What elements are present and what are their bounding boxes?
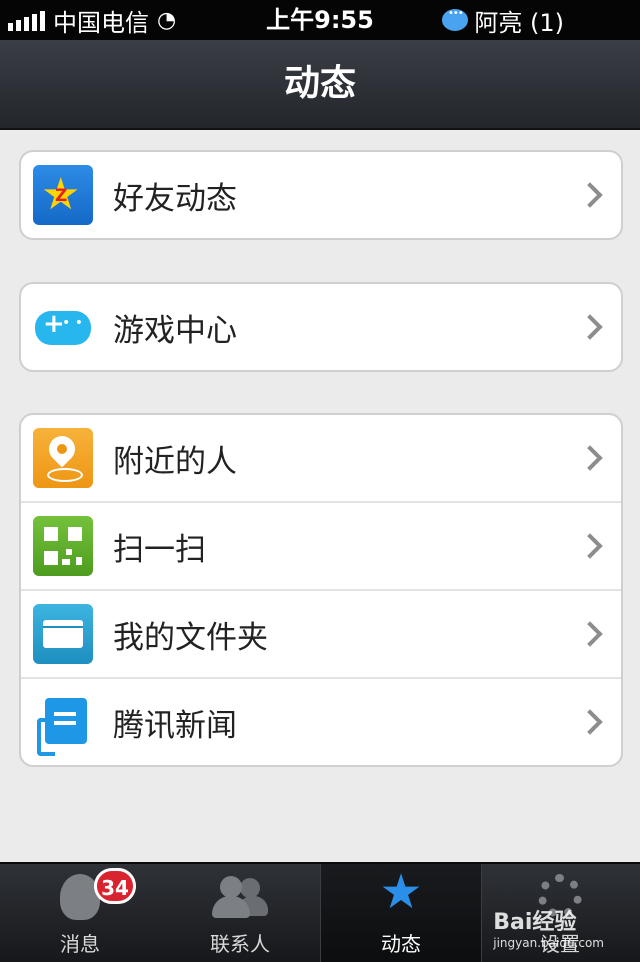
contacts-icon bbox=[212, 874, 268, 918]
chevron-right-icon bbox=[577, 621, 603, 647]
navigation-bar: 动态 bbox=[0, 40, 640, 130]
menu-item-label: 好友动态 bbox=[113, 180, 237, 217]
menu-item-nearby-people[interactable]: 附近的人 bbox=[21, 415, 621, 503]
menu-item-game-center[interactable]: 游戏中心 bbox=[21, 284, 621, 370]
status-bar: 中国电信 ◔ 上午9:55 阿亮 (1) bbox=[0, 0, 640, 40]
tab-label: 动态 bbox=[381, 932, 421, 956]
menu-item-label: 腾讯新闻 bbox=[113, 707, 237, 744]
star-icon: ★ bbox=[379, 864, 423, 920]
watermark-url: jingyan.baidu.com bbox=[493, 936, 604, 950]
menu-item-label: 游戏中心 bbox=[113, 312, 237, 349]
page-title: 动态 bbox=[283, 63, 356, 104]
location-pin-icon bbox=[33, 428, 93, 488]
chevron-right-icon bbox=[577, 182, 603, 208]
unread-badge: 34 bbox=[94, 868, 136, 904]
gamepad-icon bbox=[33, 297, 93, 357]
menu-item-friend-feed[interactable]: ★ Z 好友动态 bbox=[21, 152, 621, 238]
tab-bar: 34 消息 联系人 ★ 动态 设置 Bai经验 jingyan.baidu.co… bbox=[0, 862, 640, 962]
chevron-right-icon bbox=[577, 533, 603, 559]
chevron-right-icon bbox=[577, 314, 603, 340]
watermark-brand: Bai经验 bbox=[493, 910, 577, 935]
chevron-right-icon bbox=[577, 709, 603, 735]
tab-contacts[interactable]: 联系人 bbox=[160, 864, 320, 962]
news-icon bbox=[33, 692, 93, 756]
menu-item-label: 扫一扫 bbox=[113, 531, 206, 568]
menu-item-tencent-news[interactable]: 腾讯新闻 bbox=[21, 679, 621, 765]
notification-text[interactable]: 阿亮 (1) bbox=[474, 3, 564, 38]
menu-group-tools: 附近的人 扫一扫 我的文件夹 腾讯新闻 bbox=[19, 413, 623, 767]
chat-bubble-icon bbox=[442, 8, 469, 31]
qzone-star-icon: ★ Z bbox=[33, 165, 93, 225]
tab-label: 消息 bbox=[60, 932, 100, 956]
folder-icon bbox=[33, 604, 93, 664]
qr-scan-icon bbox=[33, 516, 93, 576]
tab-label: 联系人 bbox=[210, 932, 270, 956]
menu-group-games: 游戏中心 bbox=[19, 282, 623, 372]
menu-item-label: 附近的人 bbox=[113, 443, 237, 480]
watermark: Bai经验 jingyan.baidu.com bbox=[493, 904, 604, 950]
menu-item-scan[interactable]: 扫一扫 bbox=[21, 503, 621, 591]
chevron-right-icon bbox=[577, 445, 603, 471]
tab-messages[interactable]: 34 消息 bbox=[0, 864, 160, 962]
menu-item-label: 我的文件夹 bbox=[113, 619, 268, 656]
tab-feed[interactable]: ★ 动态 bbox=[320, 864, 482, 962]
menu-group-friends: ★ Z 好友动态 bbox=[19, 150, 623, 240]
menu-item-my-folder[interactable]: 我的文件夹 bbox=[21, 591, 621, 679]
